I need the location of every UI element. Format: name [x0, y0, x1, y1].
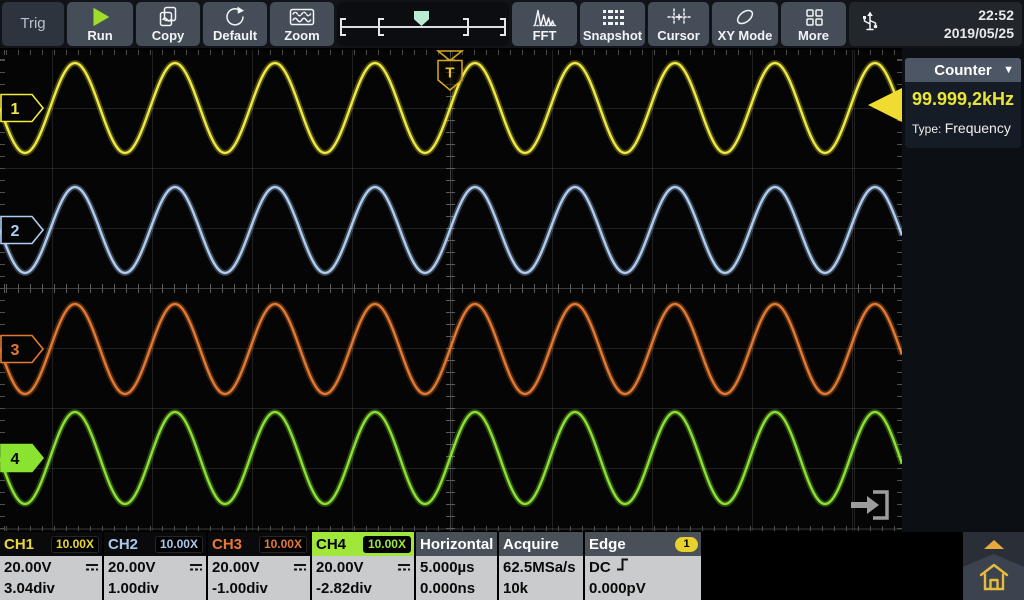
arrow-into-bracket-icon[interactable] — [845, 488, 893, 522]
snapshot-button[interactable]: Snapshot — [580, 2, 645, 46]
acquire-title: Acquire — [503, 536, 559, 553]
dc-coupling-icon — [85, 557, 99, 578]
bottom-status-bar: CH1 10.00X 20.00V 3.04div CH2 10.00X 20.… — [0, 532, 1024, 600]
view-right-bracket — [463, 18, 469, 36]
channel2-label: CH2 — [108, 536, 138, 553]
counter-type: Type: Frequency — [912, 120, 1021, 136]
channel1-position: 3.04div — [4, 578, 55, 599]
fft-button[interactable]: FFT — [512, 2, 577, 46]
channel3-panel[interactable]: CH3 10.00X 20.00V -1.00div — [208, 532, 310, 600]
trigger-level-value: 0.000pV — [589, 578, 646, 599]
svg-text:T: T — [445, 65, 454, 82]
waveform-display[interactable]: T 1 2 3 4 — [0, 50, 902, 531]
main-area: T 1 2 3 4 Counter ▼ 99.999,2kHz Type: Frequ… — [0, 48, 1024, 532]
rising-edge-icon — [616, 557, 629, 578]
zoom-button[interactable]: Zoom — [270, 2, 334, 46]
channel1-scale: 20.00V — [4, 557, 52, 578]
default-button[interactable]: Default — [203, 2, 267, 46]
memory-depth-value: 10k — [503, 578, 528, 599]
spectrum-icon — [533, 4, 557, 29]
channel4-panel[interactable]: CH4 10.00X 20.00V -2.82div — [312, 532, 414, 600]
channel1-label: CH1 — [4, 536, 34, 553]
trigger-coupling: DC — [589, 557, 611, 578]
trigger-source-badge: 1 — [675, 537, 698, 552]
copy-icon — [157, 4, 179, 29]
channel2-panel[interactable]: CH2 10.00X 20.00V 1.00div — [104, 532, 206, 600]
more-button[interactable]: More — [781, 2, 846, 46]
top-toolbar: Trig Run Copy — [0, 0, 1024, 48]
channel4-position: -2.82div — [316, 578, 372, 599]
home-icon — [978, 562, 1010, 597]
trigger-position-marker[interactable] — [414, 11, 429, 26]
channel4-label: CH4 — [316, 536, 346, 553]
crosshair-icon — [667, 4, 691, 29]
svg-text:4: 4 — [11, 451, 20, 468]
channel1-probe-badge: 10.00X — [51, 536, 99, 553]
right-sidebar: Counter ▼ 99.999,2kHz Type: Frequency — [902, 48, 1024, 532]
dc-coupling-icon — [397, 557, 411, 578]
dc-coupling-icon — [189, 557, 203, 578]
channel2-scale: 20.00V — [108, 557, 156, 578]
timebase-value: 5.000µs — [420, 557, 475, 578]
home-button[interactable] — [963, 554, 1024, 600]
counter-panel: Counter ▼ 99.999,2kHz Type: Frequency — [905, 58, 1021, 148]
position-track — [342, 26, 504, 28]
trig-label: Trig — [20, 17, 45, 31]
cursor-button[interactable]: Cursor — [648, 2, 709, 46]
channel3-position: -1.00div — [212, 578, 268, 599]
channel2-probe-badge: 10.00X — [155, 536, 203, 553]
play-icon — [88, 4, 112, 29]
horizontal-panel[interactable]: Horizontal 5.000µs 0.000ns — [416, 532, 497, 600]
horizontal-position-indicator[interactable] — [337, 2, 509, 46]
counter-header[interactable]: Counter ▼ — [905, 58, 1021, 82]
horizontal-offset-value: 0.000ns — [420, 578, 475, 599]
ch1-position-marker[interactable]: 1 — [0, 93, 45, 123]
acquire-panel[interactable]: Acquire 62.5MSa/s 10k — [499, 532, 583, 600]
clock: 22:52 2019/05/25 — [944, 6, 1014, 42]
window-left-bracket — [340, 18, 346, 36]
trigger-t-marker[interactable]: T — [436, 59, 464, 93]
ellipse-icon — [733, 4, 757, 29]
channel4-scale: 20.00V — [316, 557, 364, 578]
ch3-position-marker[interactable]: 3 — [0, 334, 45, 364]
status-clock-panel: 22:52 2019/05/25 — [849, 2, 1022, 46]
dc-coupling-icon — [293, 557, 307, 578]
window-right-bracket — [500, 18, 506, 36]
channel4-probe-badge: 10.00X — [363, 536, 411, 553]
channel2-position: 1.00div — [108, 578, 159, 599]
run-button[interactable]: Run — [67, 2, 133, 46]
time-text: 22:52 — [944, 6, 1014, 24]
date-text: 2019/05/25 — [944, 24, 1014, 42]
trigger-title: Edge — [589, 536, 626, 553]
waveform-traces — [0, 50, 902, 531]
channel3-scale: 20.00V — [212, 557, 260, 578]
usb-icon — [859, 10, 881, 39]
reset-arrow-icon — [224, 4, 246, 29]
copy-button[interactable]: Copy — [136, 2, 200, 46]
chevron-down-icon: ▼ — [1003, 64, 1014, 76]
counter-title: Counter — [934, 62, 992, 79]
counter-value: 99.999,2kHz — [905, 89, 1021, 110]
oscilloscope-app: Trig Run Copy — [0, 0, 1024, 600]
horizontal-title: Horizontal — [420, 536, 493, 553]
list-icon — [601, 4, 625, 29]
channel3-probe-badge: 10.00X — [259, 536, 307, 553]
svg-text:1: 1 — [11, 101, 20, 118]
trigger-level-arrow[interactable] — [868, 88, 902, 122]
trigger-panel[interactable]: Edge 1 DC 0.000pV — [585, 532, 701, 600]
trig-status-button[interactable]: Trig — [2, 2, 64, 46]
svg-text:3: 3 — [11, 342, 20, 359]
channel1-panel[interactable]: CH1 10.00X 20.00V 3.04div — [0, 532, 102, 600]
home-panel — [963, 532, 1024, 600]
grid-squares-icon — [803, 4, 825, 29]
collapse-up-icon[interactable] — [984, 540, 1004, 549]
xy-mode-button[interactable]: XY Mode — [712, 2, 778, 46]
ch4-position-marker[interactable]: 4 — [0, 443, 45, 473]
svg-text:2: 2 — [11, 223, 20, 240]
waveform-zoom-icon — [289, 4, 315, 29]
view-left-bracket — [378, 18, 384, 36]
ch2-position-marker[interactable]: 2 — [0, 215, 45, 245]
sample-rate-value: 62.5MSa/s — [503, 557, 576, 578]
channel3-label: CH3 — [212, 536, 242, 553]
